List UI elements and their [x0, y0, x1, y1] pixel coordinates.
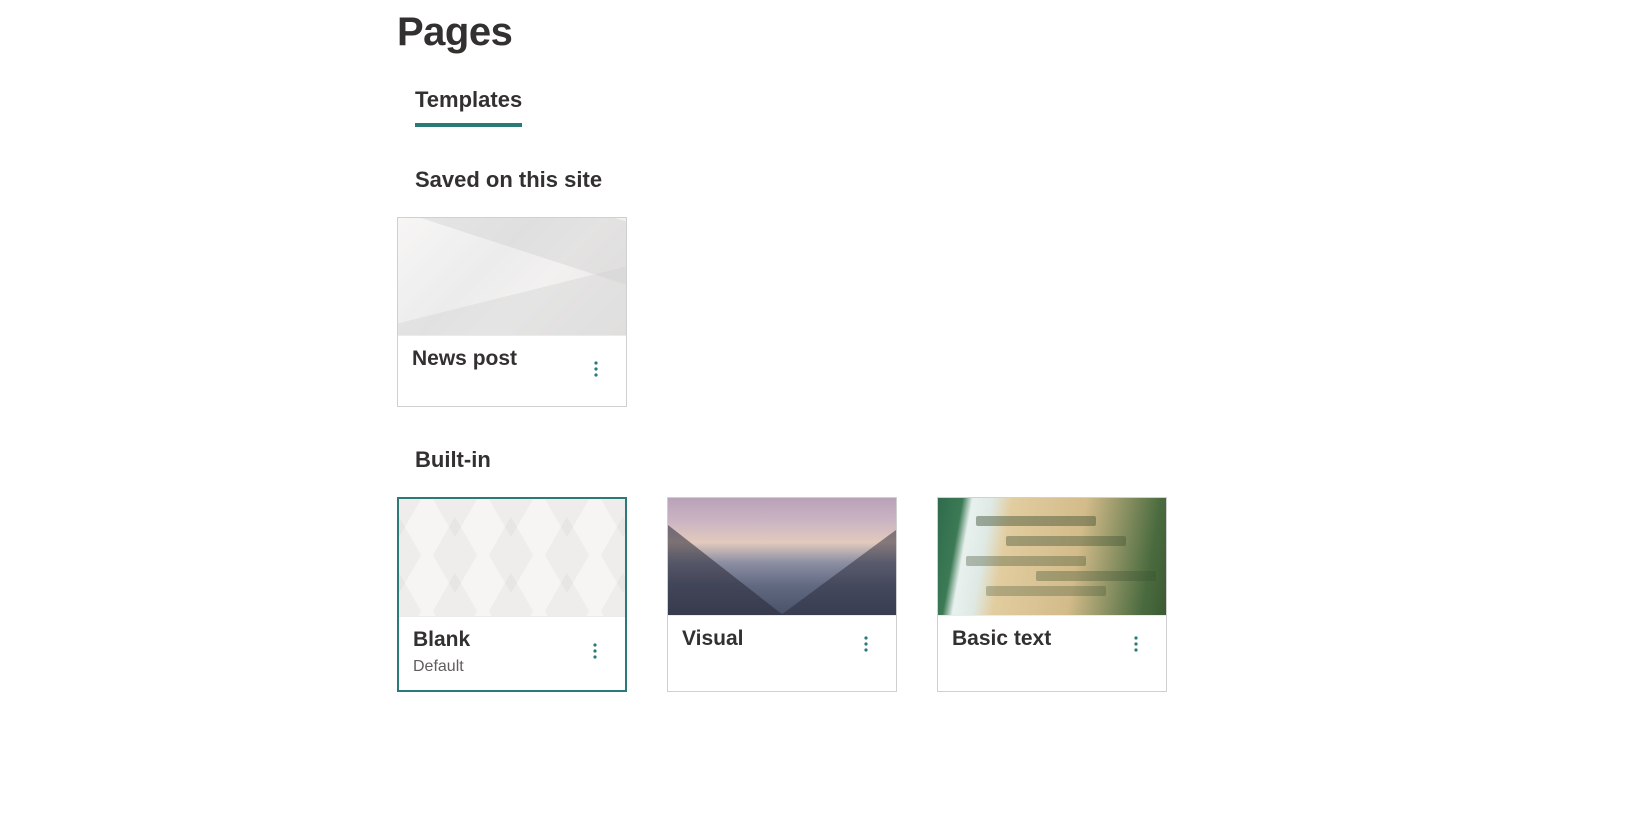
- more-vertical-icon: [593, 643, 597, 664]
- template-title: Visual: [682, 626, 882, 651]
- template-thumbnail: [938, 498, 1166, 615]
- template-card-blank[interactable]: Blank Default: [397, 497, 627, 692]
- builtin-templates-row: Blank Default Visual: [397, 497, 1650, 692]
- section-heading-builtin: Built-in: [415, 447, 1650, 473]
- template-card-basic-text[interactable]: Basic text: [937, 497, 1167, 692]
- tabs-bar: Templates: [415, 87, 1650, 127]
- more-actions-button[interactable]: [854, 634, 878, 658]
- template-card-news-post[interactable]: News post: [397, 217, 627, 407]
- template-title: Basic text: [952, 626, 1152, 651]
- template-title: News post: [412, 346, 612, 371]
- template-thumbnail: [399, 499, 625, 616]
- more-vertical-icon: [594, 361, 598, 382]
- saved-templates-row: News post: [397, 217, 1650, 407]
- template-thumbnail: [668, 498, 896, 615]
- more-actions-button[interactable]: [583, 642, 607, 666]
- template-card-visual[interactable]: Visual: [667, 497, 897, 692]
- template-subtitle: Default: [413, 658, 611, 676]
- more-actions-button[interactable]: [584, 359, 608, 383]
- template-thumbnail: [398, 218, 626, 335]
- more-vertical-icon: [1134, 636, 1138, 657]
- tab-templates[interactable]: Templates: [415, 87, 522, 127]
- section-heading-saved: Saved on this site: [415, 167, 1650, 193]
- page-title: Pages: [397, 10, 1650, 55]
- more-vertical-icon: [864, 636, 868, 657]
- more-actions-button[interactable]: [1124, 634, 1148, 658]
- template-title: Blank: [413, 627, 611, 652]
